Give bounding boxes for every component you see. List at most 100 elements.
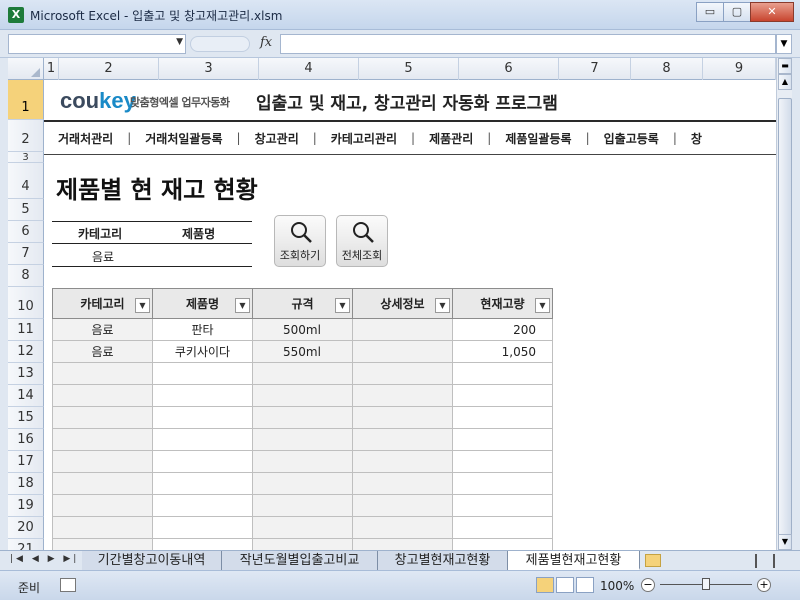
zoom-level[interactable]: 100% — [600, 579, 634, 593]
filter-dropdown-icon[interactable]: ▼ — [435, 298, 450, 313]
nav-item-client-management[interactable]: 거래처관리 — [44, 130, 127, 147]
horizontal-split-handle[interactable] — [755, 554, 775, 568]
nav-item-client-bulk-register[interactable]: 거래처일괄등록 — [131, 130, 236, 147]
minimize-button[interactable]: ▭ — [696, 2, 724, 22]
row-header[interactable]: 11 — [8, 319, 44, 341]
column-header[interactable]: 8 — [631, 58, 703, 80]
column-header[interactable]: 4 — [259, 58, 359, 80]
column-header[interactable]: 2 — [59, 58, 159, 80]
column-header[interactable]: 5 — [359, 58, 459, 80]
select-all-corner[interactable] — [8, 58, 44, 80]
row-header[interactable]: 15 — [8, 407, 44, 429]
product-label: 제품명 — [182, 227, 216, 241]
formula-input[interactable] — [280, 34, 776, 54]
row-header[interactable]: 8 — [8, 265, 44, 287]
row-header[interactable]: 18 — [8, 473, 44, 495]
table-row: 음료 쿠키사이다 550ml 1,050 — [52, 340, 553, 363]
row-header[interactable]: 5 — [8, 199, 44, 221]
sheet-tab-active[interactable]: 제품별현재고현황 — [508, 551, 640, 570]
row-header[interactable]: 13 — [8, 363, 44, 385]
cell-category[interactable]: 음료 — [52, 318, 153, 341]
zoom-out-icon[interactable]: − — [641, 578, 655, 592]
column-header[interactable]: 1 — [44, 58, 59, 80]
scroll-thumb[interactable] — [778, 98, 792, 538]
row-header[interactable]: 6 — [8, 221, 44, 243]
row-header[interactable]: 10 — [8, 287, 44, 319]
cell-spec[interactable]: 550ml — [252, 340, 353, 363]
row-header[interactable]: 16 — [8, 429, 44, 451]
cell-stock[interactable]: 200 — [452, 318, 553, 341]
inventory-table: 카테고리 ▼ 제품명 ▼ 규격 ▼ 상세정보 ▼ 현재고량 ▼ 음료 판타 500ml 2… — [52, 288, 553, 550]
macro-record-icon[interactable] — [60, 578, 76, 592]
zoom-in-icon[interactable]: + — [757, 578, 771, 592]
sheet-tab[interactable]: 창고별현재고현황 — [378, 551, 508, 570]
cell-detail[interactable] — [352, 340, 453, 363]
chevron-down-icon[interactable]: ▼ — [176, 37, 183, 47]
name-box[interactable]: ▼ — [8, 34, 186, 54]
scroll-up-icon[interactable]: ▲ — [778, 74, 792, 90]
page-title: 제품별 현 재고 현황 — [56, 176, 258, 204]
restore-button[interactable]: ▢ — [723, 2, 751, 22]
column-header[interactable]: 6 — [459, 58, 559, 80]
row-header[interactable]: 12 — [8, 341, 44, 363]
row-header[interactable]: 20 — [8, 517, 44, 539]
column-header[interactable]: 3 — [159, 58, 259, 80]
normal-view-button[interactable] — [536, 577, 554, 593]
cell-detail[interactable] — [352, 318, 453, 341]
table-row — [52, 362, 553, 385]
cell-spec[interactable]: 500ml — [252, 318, 353, 341]
expand-formula-bar-icon[interactable]: ▼ — [776, 34, 792, 54]
table-header-spec: 규격 ▼ — [252, 288, 353, 319]
filter-dropdown-icon[interactable]: ▼ — [535, 298, 550, 313]
insert-sheet-icon[interactable] — [645, 554, 661, 567]
nav-item-category-management[interactable]: 카테고리관리 — [317, 130, 411, 147]
cell-category[interactable]: 음료 — [52, 340, 153, 363]
nav-item-inout-register[interactable]: 입출고등록 — [590, 130, 673, 147]
cell-grid: coukey 맞춤형엑셀 업무자동화 입출고 및 재고, 창고관리 자동화 프로… — [44, 80, 776, 550]
table-row — [52, 538, 553, 550]
cell-product[interactable]: 판타 — [152, 318, 253, 341]
nav-item-product-bulk-register[interactable]: 제품일괄등록 — [491, 130, 585, 147]
close-button[interactable]: ✕ — [750, 2, 794, 22]
product-input[interactable] — [182, 248, 242, 264]
nav-item-overflow[interactable]: 창 — [677, 130, 716, 147]
row-header[interactable]: 4 — [8, 163, 44, 199]
nav-item-warehouse-management[interactable]: 창고관리 — [241, 130, 313, 147]
window-title: Microsoft Excel - 입출고 및 창고재고관리.xlsm — [30, 9, 283, 23]
sheet-tab[interactable]: 기간별창고이동내역 — [82, 551, 222, 570]
row-header[interactable]: 1 — [8, 80, 44, 120]
status-bar: 준비 100% − + — [0, 570, 800, 600]
tab-navigation-arrows[interactable]: |◀ ◀ ▶ ▶| — [10, 554, 79, 564]
table-row — [52, 406, 553, 429]
zoom-slider-thumb[interactable] — [702, 578, 710, 590]
sheet-tab[interactable]: 작년도월별입출고비교 — [222, 551, 378, 570]
scroll-down-icon[interactable]: ▼ — [778, 534, 792, 550]
filter-dropdown-icon[interactable]: ▼ — [335, 298, 350, 313]
search-button[interactable]: 조회하기 — [274, 215, 326, 267]
page-layout-view-button[interactable] — [556, 577, 574, 593]
table-row — [52, 516, 553, 539]
filter-dropdown-icon[interactable]: ▼ — [235, 298, 250, 313]
column-header[interactable]: 7 — [559, 58, 631, 80]
cell-stock[interactable]: 1,050 — [452, 340, 553, 363]
insert-function-button[interactable]: fx — [260, 35, 272, 50]
row-header[interactable]: 14 — [8, 385, 44, 407]
filter-dropdown-icon[interactable]: ▼ — [135, 298, 150, 313]
vertical-scrollbar[interactable]: ▬ ▲ ▼ — [776, 58, 792, 550]
row-header[interactable]: 21 — [8, 539, 44, 550]
row-header[interactable]: 17 — [8, 451, 44, 473]
formula-bar: ▼ fx ▼ — [0, 30, 800, 58]
table-header-stock: 현재고량 ▼ — [452, 288, 553, 319]
column-header[interactable]: 9 — [703, 58, 776, 80]
category-input[interactable]: 음료 — [92, 248, 114, 265]
row-header[interactable]: 2 — [8, 120, 44, 152]
scroll-split-handle[interactable]: ▬ — [778, 58, 792, 74]
nav-item-product-management[interactable]: 제품관리 — [415, 130, 487, 147]
row-header[interactable]: 3 — [8, 152, 44, 163]
page-break-view-button[interactable] — [576, 577, 594, 593]
row-header[interactable]: 19 — [8, 495, 44, 517]
cell-product[interactable]: 쿠키사이다 — [152, 340, 253, 363]
row-header[interactable]: 7 — [8, 243, 44, 265]
formula-bar-splitter[interactable] — [190, 36, 250, 52]
search-all-button[interactable]: 전체조회 — [336, 215, 388, 267]
